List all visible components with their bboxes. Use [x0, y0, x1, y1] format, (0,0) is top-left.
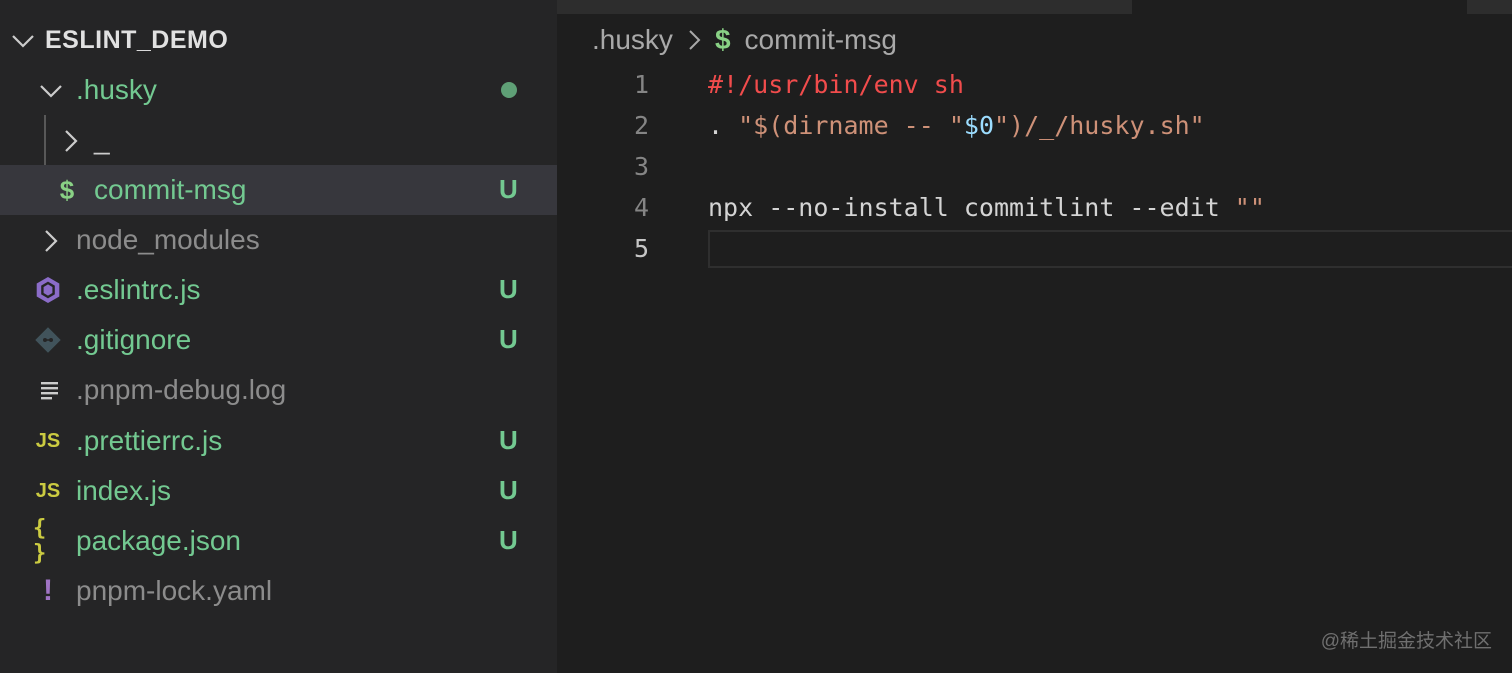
tab-bar [1467, 0, 1512, 14]
tree-item-label: pnpm-lock.yaml [76, 575, 273, 606]
tree-item-underscore-folder[interactable]: _ [0, 115, 557, 165]
tree-item-label: .husky [76, 74, 157, 105]
tree-item-label: .pnpm-debug.log [76, 374, 287, 405]
tree-item-pnpm-debug-log[interactable]: .pnpm-debug.log [0, 365, 557, 415]
tree-item-label: index.js [76, 475, 171, 506]
git-status-badge: U [499, 425, 518, 455]
tree-item-label: commit-msg [94, 174, 247, 205]
editor-area: .husky $ commit-msg 1 2 3 4 5 #!/usr/bin… [557, 0, 1512, 673]
yaml-file-icon: ! [43, 574, 53, 607]
tree-item-label: .eslintrc.js [76, 274, 201, 305]
tree-item-husky-folder[interactable]: .husky [0, 65, 557, 115]
json-file-icon: { } [33, 516, 47, 566]
tree-item-label: .prettierrc.js [76, 425, 223, 456]
explorer-root-title: ESLINT_DEMO [45, 26, 229, 54]
code-token-string: "$(dirname -- " [738, 111, 964, 140]
chevron-down-icon [10, 28, 36, 59]
tree-item-label: package.json [76, 525, 242, 556]
code-token: . [708, 111, 739, 140]
git-status-badge: U [499, 324, 518, 354]
tree-item-prettierrc[interactable]: JS .prettierrc.js U [0, 416, 557, 466]
tree-item-eslintrc[interactable]: .eslintrc.js U [0, 265, 557, 315]
code-token: npx --no-install commitlint --edit [708, 193, 1235, 222]
log-file-icon [35, 373, 65, 407]
code-token-string: "" [1234, 193, 1265, 222]
line-number: 1 [633, 70, 649, 99]
modified-dot-icon [501, 82, 517, 98]
line-number: 2 [633, 111, 649, 140]
tree-item-label: _ [94, 124, 110, 155]
current-line-highlight[interactable] [708, 230, 1512, 268]
breadcrumb: .husky $ commit-msg [592, 20, 897, 60]
line-number: 4 [633, 193, 649, 222]
shell-file-icon: $ [59, 174, 75, 205]
tree-item-commit-msg[interactable]: $ commit-msg U [0, 165, 557, 215]
chevron-down-icon [38, 78, 64, 111]
tree-item-node-modules[interactable]: node_modules [0, 215, 557, 265]
code-token-variable: $0 [963, 111, 994, 140]
tree-item-package-json[interactable]: { } package.json U [0, 516, 557, 566]
eslint-icon [33, 273, 63, 307]
watermark: @稀土掘金技术社区 [1320, 631, 1492, 652]
tab-bar [557, 0, 1132, 14]
explorer-root-header[interactable]: ESLINT_DEMO [0, 18, 557, 62]
tree-item-label: node_modules [76, 224, 260, 255]
git-status-badge: U [499, 475, 518, 505]
code-line-1[interactable]: #!/usr/bin/env sh [708, 70, 964, 99]
line-number: 3 [633, 152, 649, 181]
chevron-right-icon [38, 228, 64, 261]
code-line-4[interactable]: npx --no-install commitlint --edit "" [708, 193, 1265, 222]
js-file-icon: JS [35, 429, 61, 452]
tree-item-label: .gitignore [76, 324, 192, 355]
git-status-badge: U [499, 525, 518, 555]
line-number-active: 5 [633, 234, 649, 263]
chevron-right-icon [58, 128, 84, 161]
git-icon [33, 323, 63, 357]
breadcrumb-file[interactable]: commit-msg [745, 24, 897, 56]
tree-item-gitignore[interactable]: .gitignore U [0, 315, 557, 365]
git-status-badge: U [499, 174, 518, 204]
js-file-icon: JS [35, 479, 61, 502]
tree-item-pnpm-lock[interactable]: ! pnpm-lock.yaml [0, 566, 557, 616]
code-line-2[interactable]: . "$(dirname -- "$0")/_/husky.sh" [708, 111, 1205, 140]
shell-file-icon: $ [714, 24, 731, 55]
tree-item-index-js[interactable]: JS index.js U [0, 466, 557, 516]
explorer-sidebar: ESLINT_DEMO .husky _ $ commit-msg U node… [0, 0, 557, 673]
code-token-string: ")/_/husky.sh" [994, 111, 1205, 140]
chevron-right-icon [687, 28, 703, 52]
breadcrumb-folder[interactable]: .husky [592, 24, 673, 56]
git-status-badge: U [499, 274, 518, 304]
